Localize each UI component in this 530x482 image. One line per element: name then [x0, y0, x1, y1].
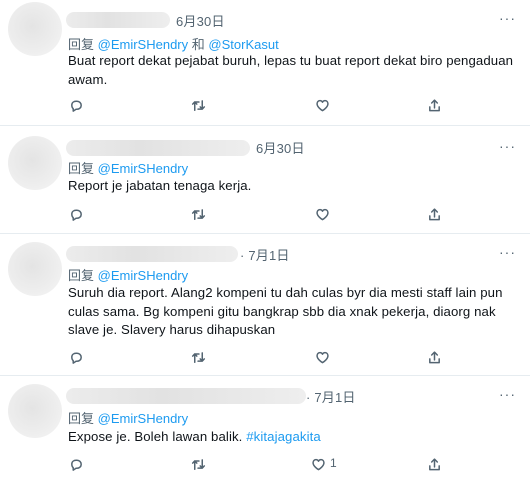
- retweet-icon[interactable]: [190, 349, 206, 365]
- tweet-date[interactable]: · 7月1日: [240, 245, 290, 264]
- like-icon[interactable]: [314, 206, 330, 222]
- mention-link[interactable]: @EmirSHendry: [98, 411, 189, 426]
- retweet-icon[interactable]: [190, 456, 206, 472]
- tweet-text-content: Expose je. Boleh lawan balik.: [68, 429, 243, 444]
- like-icon[interactable]: [310, 456, 326, 472]
- avatar[interactable]: [8, 242, 62, 296]
- share-icon[interactable]: [426, 456, 442, 472]
- tweet-2[interactable]: 6月30日 ··· 回复 @EmirSHendry Report je jaba…: [0, 126, 530, 234]
- reply-prefix: 回复: [68, 411, 95, 426]
- action-bar: [68, 206, 458, 222]
- reply-icon[interactable]: [68, 456, 84, 472]
- share-icon[interactable]: [426, 97, 442, 113]
- mention-link[interactable]: @EmirSHendry: [98, 37, 189, 52]
- tweet-date[interactable]: 6月30日: [256, 138, 305, 157]
- tweet-text: Report je jabatan tenaga kerja.: [68, 178, 252, 193]
- author-name-redacted: [66, 12, 170, 28]
- tweet-text: Buat report dekat pejabat buruh, lepas t…: [68, 53, 514, 87]
- tweet-date[interactable]: · 7月1日: [306, 387, 356, 406]
- tweet-date[interactable]: 6月30日: [176, 11, 225, 30]
- more-icon[interactable]: ···: [499, 10, 516, 26]
- reply-joiner: 和: [191, 37, 205, 52]
- more-icon[interactable]: ···: [499, 244, 516, 260]
- tweet-4[interactable]: · 7月1日 ··· 回复 @EmirSHendry Expose je. Bo…: [0, 376, 530, 482]
- tweet-text: Expose je. Boleh lawan balik. #kitajagak…: [68, 428, 518, 447]
- reply-icon[interactable]: [68, 206, 84, 222]
- action-bar: [68, 97, 458, 113]
- like-icon[interactable]: [314, 97, 330, 113]
- more-icon[interactable]: ···: [499, 386, 516, 402]
- author-name-redacted: [66, 140, 250, 156]
- reply-prefix: 回复: [68, 268, 95, 283]
- action-bar: [68, 349, 458, 365]
- share-icon[interactable]: [426, 349, 442, 365]
- reply-context: 回复 @EmirSHendry: [68, 158, 188, 177]
- mention-link[interactable]: @EmirSHendry: [98, 161, 189, 176]
- tweet-1[interactable]: 6月30日 ··· 回复 @EmirSHendry 和 @StorKasut B…: [0, 0, 530, 126]
- mention-link[interactable]: @EmirSHendry: [98, 268, 189, 283]
- like-count: 1: [330, 456, 337, 470]
- tweet-text: Suruh dia report. Alang2 kompeni tu dah …: [68, 285, 503, 337]
- retweet-icon[interactable]: [190, 206, 206, 222]
- like-icon[interactable]: [314, 349, 330, 365]
- author-name-redacted: [66, 246, 238, 262]
- avatar[interactable]: [8, 2, 62, 56]
- author-name-redacted: [66, 388, 306, 404]
- reply-icon[interactable]: [68, 97, 84, 113]
- mention-link[interactable]: @StorKasut: [208, 37, 278, 52]
- reply-context: 回复 @EmirSHendry 和 @StorKasut: [68, 34, 279, 53]
- tweet-3[interactable]: · 7月1日 ··· 回复 @EmirSHendry Suruh dia rep…: [0, 234, 530, 376]
- reply-prefix: 回复: [68, 37, 95, 52]
- tweet-date-text: 7月1日: [248, 248, 290, 263]
- more-icon[interactable]: ···: [499, 138, 516, 154]
- reply-context: 回复 @EmirSHendry: [68, 265, 188, 284]
- action-bar: 1: [68, 456, 458, 472]
- hashtag-link[interactable]: #kitajagakita: [246, 429, 321, 444]
- reply-prefix: 回复: [68, 161, 95, 176]
- share-icon[interactable]: [426, 206, 442, 222]
- avatar[interactable]: [8, 136, 62, 190]
- avatar[interactable]: [8, 384, 62, 438]
- retweet-icon[interactable]: [190, 97, 206, 113]
- tweet-date-text: 7月1日: [314, 390, 356, 405]
- reply-icon[interactable]: [68, 349, 84, 365]
- reply-context: 回复 @EmirSHendry: [68, 408, 188, 427]
